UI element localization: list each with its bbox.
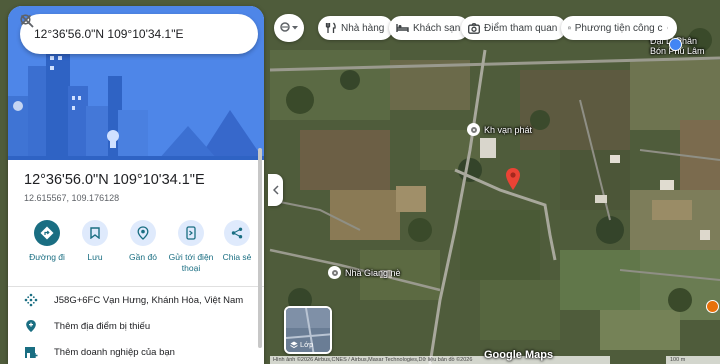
action-label: Gần đó: [129, 252, 157, 262]
share-button[interactable]: Chia sẻ: [212, 220, 262, 263]
action-buttons: Đường đi Lưu Gần đó Gửi tới điện thoại C…: [14, 220, 254, 282]
poi-label-nha-giang-ne[interactable]: Nhà Giang nè: [345, 268, 401, 278]
poi-marker[interactable]: [467, 123, 480, 136]
panel-scrollbar[interactable]: [258, 148, 262, 348]
chevron-right-icon: [666, 27, 668, 29]
bookmark-icon: [90, 227, 100, 239]
layers-icon: [290, 341, 298, 348]
scale-bar[interactable]: 100 m: [666, 356, 720, 364]
share-icon: [231, 227, 243, 239]
poi-marker[interactable]: [328, 266, 341, 279]
shop-marker-icon[interactable]: [669, 38, 682, 51]
add-business-text: Thêm doanh nghiệp của bạn: [54, 346, 175, 358]
send-to-phone-icon: [186, 226, 196, 240]
add-missing-place-text: Thêm địa điểm bị thiếu: [54, 320, 151, 332]
chip-transit[interactable]: Phương tiện công c: [561, 16, 677, 40]
account-icon: [280, 22, 290, 32]
send-to-phone-button[interactable]: Gửi tới điện thoại: [166, 220, 216, 274]
google-maps-logo: Google Maps: [484, 349, 554, 361]
chevron-down-icon: [292, 26, 298, 30]
add-place-icon: [26, 320, 36, 332]
add-business-icon: [25, 346, 38, 358]
nearby-icon: [137, 226, 149, 240]
nearby-button[interactable]: Gần đó: [118, 220, 168, 263]
place-marker-icon[interactable]: [706, 300, 719, 313]
action-label: Lưu: [87, 252, 103, 262]
plus-code-icon: [24, 293, 38, 307]
layers-label-group: Lớp: [290, 340, 313, 349]
place-title: 12°36'56.0"N 109°10'34.1"E: [24, 172, 205, 188]
save-button[interactable]: Lưu: [70, 220, 120, 263]
search-input[interactable]: 12°36'56.0"N 109°10'34.1"E: [20, 27, 190, 41]
hotel-icon: [396, 24, 409, 32]
chip-label: Điểm tham quan: [484, 22, 558, 34]
account-menu-button[interactable]: [274, 14, 304, 42]
restaurant-icon: [325, 22, 336, 33]
directions-button[interactable]: Đường đi: [22, 220, 72, 263]
chip-label: Nhà hàng: [341, 22, 385, 34]
place-panel: 12°36'56.0"N 109°10'34.1"E 12°36'56.0"N …: [8, 6, 264, 364]
chip-restaurants[interactable]: Nhà hàng: [318, 16, 394, 40]
location-pin-icon[interactable]: [506, 168, 520, 190]
hero-image: 12°36'56.0"N 109°10'34.1"E: [8, 6, 264, 160]
map-attribution[interactable]: Hình ảnh ©2026 Airbus,CNES / Airbus,Maxa…: [270, 356, 610, 364]
search-box[interactable]: 12°36'56.0"N 109°10'34.1"E: [20, 14, 258, 54]
layers-button[interactable]: Lớp: [284, 306, 332, 354]
collapse-panel-button[interactable]: [268, 174, 283, 206]
action-label: Gửi tới điện thoại: [168, 252, 214, 273]
add-business-row[interactable]: Thêm doanh nghiệp của bạn: [8, 340, 264, 364]
divider: [8, 286, 264, 287]
poi-label-kh-van-phat[interactable]: Kh vạn phát: [484, 125, 532, 135]
camera-icon: [468, 22, 480, 34]
search-button[interactable]: [20, 14, 222, 50]
close-icon: [20, 14, 32, 26]
chevron-left-icon: [272, 185, 279, 195]
layers-label: Lớp: [300, 340, 314, 349]
plus-code-row[interactable]: J58G+6FC Vạn Hưng, Khánh Hòa, Việt Nam: [8, 288, 264, 312]
chip-label: Phương tiện công c: [574, 22, 663, 34]
plus-code-text: J58G+6FC Vạn Hưng, Khánh Hòa, Việt Nam: [54, 294, 244, 306]
directions-icon: [40, 226, 54, 240]
chip-attractions[interactable]: Điểm tham quan: [461, 16, 567, 40]
action-label: Đường đi: [29, 252, 65, 262]
decimal-coordinates: 12.615567, 109.176128: [24, 193, 120, 203]
chip-hotels[interactable]: Khách sạn: [389, 16, 470, 40]
close-button[interactable]: [20, 14, 254, 50]
action-label: Chia sẻ: [222, 252, 252, 262]
add-missing-place-row[interactable]: Thêm địa điểm bị thiếu: [8, 314, 264, 338]
chip-label: Khách sạn: [413, 22, 461, 34]
transit-icon: [568, 26, 571, 30]
